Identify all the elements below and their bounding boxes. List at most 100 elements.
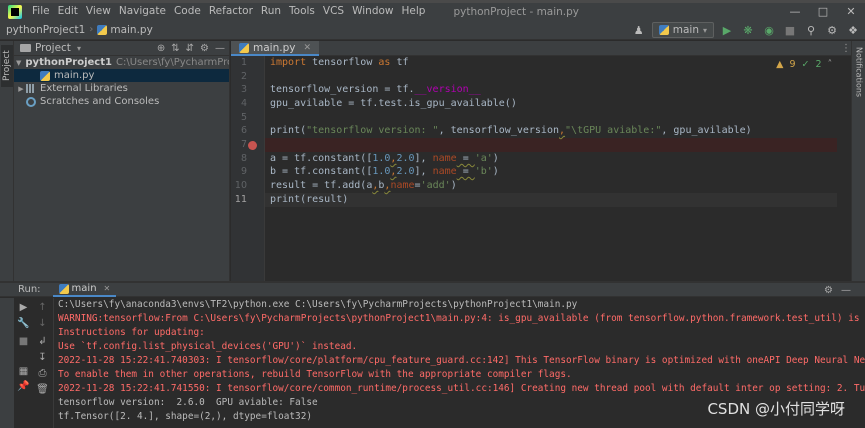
code-editor[interactable]: 1 2 3 4 5 6 7 8 9 10 11 import tensorflo…	[231, 56, 865, 281]
menu-code[interactable]: Code	[170, 3, 205, 20]
run-tools-column: ▶ ↑ 🔧 ↓ ■ ↲ ↧ ▦ ⎙ 📌 🗑	[14, 298, 54, 428]
python-file-icon	[97, 24, 108, 35]
menu-bar: File Edit View Navigate Code Refactor Ru…	[0, 3, 865, 20]
editor-scrollbar[interactable]	[837, 56, 851, 281]
trash-icon[interactable]: 🗑	[36, 383, 49, 396]
soft-wrap-icon[interactable]: ↲	[36, 335, 49, 348]
chevron-up-icon[interactable]: ˄	[828, 59, 833, 70]
run-toolbar: ♟ main ▾ ▶ ❋ ◉ ■ ⚲ ⚙ ❖	[631, 21, 861, 39]
coverage-icon[interactable]: ◉	[761, 22, 777, 38]
watermark: CSDN @小付同学呀	[707, 400, 845, 418]
hide-icon[interactable]: —	[215, 43, 225, 54]
menu-view[interactable]: View	[82, 3, 115, 20]
arrow-up-icon[interactable]: ↑	[36, 301, 49, 314]
gear-icon[interactable]: ⚙	[824, 285, 833, 296]
close-icon[interactable]: ✕	[104, 284, 111, 293]
chevron-down-icon[interactable]: ▼	[16, 59, 21, 67]
breakpoint-icon[interactable]	[248, 141, 257, 150]
debug-icon[interactable]: ❋	[740, 22, 756, 38]
menu-tools[interactable]: Tools	[285, 3, 319, 20]
tree-external-label: External Libraries	[40, 83, 128, 94]
expand-all-icon[interactable]: ⇅	[171, 43, 179, 54]
minimize-icon[interactable]: —	[781, 3, 809, 20]
collapse-all-icon[interactable]: ⇵	[186, 43, 194, 54]
pin-icon[interactable]: 📌	[17, 380, 30, 393]
line-number: 4	[240, 98, 247, 109]
window-title: pythonProject - main.py	[453, 5, 580, 18]
code-line-10: result = tf.add(a,b,name='add')	[270, 180, 457, 191]
weak-warning-count: 2	[815, 59, 822, 70]
run-panel-header: Run: main ✕ ⚙ —	[0, 283, 865, 297]
tab-main-py[interactable]: main.py ✕	[231, 41, 319, 56]
line-number: 10	[234, 180, 247, 191]
chevron-right-icon[interactable]: ▶	[16, 85, 26, 93]
line-number: 9	[240, 166, 247, 177]
code-line-8: a = tf.constant([1.0,2.0], name = 'a')	[270, 153, 499, 164]
print-icon[interactable]: ⎙	[36, 367, 49, 380]
tree-item-scratches[interactable]: Scratches and Consoles	[14, 95, 229, 108]
console-line: tensorflow version: 2.6.0 GPU aviable: F…	[58, 397, 318, 408]
line-number: 1	[240, 57, 247, 68]
search-icon[interactable]: ⚲	[803, 22, 819, 38]
tree-file-label: main.py	[54, 70, 95, 81]
gear-icon[interactable]: ⚙	[200, 43, 209, 54]
project-panel-title[interactable]: Project	[35, 42, 71, 54]
project-tool-button[interactable]: Project	[1, 45, 13, 87]
more-icon[interactable]: ⋮	[841, 41, 851, 56]
layout-icon[interactable]: ▦	[17, 365, 30, 378]
line-number: 3	[240, 84, 247, 95]
menu-edit[interactable]: Edit	[54, 3, 82, 20]
locate-icon[interactable]: ⊕	[157, 43, 165, 54]
maximize-icon[interactable]: □	[809, 3, 837, 20]
tree-item-project-root[interactable]: ▼ pythonProject1 C:\Users\fy\PycharmProj…	[14, 56, 229, 69]
gear-icon[interactable]: ⚙	[824, 22, 840, 38]
menu-window[interactable]: Window	[348, 3, 397, 20]
code-line-6: print("tensorflow version: ", tensorflow…	[270, 125, 752, 136]
right-tool-strip: Notifications	[851, 41, 865, 281]
tree-scratches-label: Scratches and Consoles	[40, 96, 160, 107]
breadcrumb-file-label: main.py	[110, 23, 153, 36]
stop-icon[interactable]: ■	[17, 335, 30, 348]
run-tab-main[interactable]: main ✕	[52, 283, 117, 297]
menu-refactor[interactable]: Refactor	[205, 3, 257, 20]
breadcrumb-file[interactable]: main.py	[97, 23, 153, 36]
tab-label: main.py	[253, 41, 296, 54]
menu-navigate[interactable]: Navigate	[115, 3, 170, 20]
inspection-widget[interactable]: ▲ 9 ✓ 2 ˄ ˅	[776, 59, 843, 70]
stop-icon[interactable]: ■	[782, 22, 798, 38]
menu-vcs[interactable]: VCS	[319, 3, 348, 20]
run-tab-label: main	[71, 283, 97, 294]
menu-file[interactable]: File	[28, 3, 54, 20]
breadcrumb-project[interactable]: pythonProject1	[6, 24, 85, 36]
menu-run[interactable]: Run	[257, 3, 285, 20]
editor-gutter[interactable]: 1 2 3 4 5 6 7 8 9 10 11	[231, 56, 265, 281]
chevron-down-icon: ▾	[702, 25, 707, 35]
pycharm-logo-icon	[8, 4, 22, 19]
chevron-down-icon[interactable]: ▾	[77, 44, 81, 53]
line-number: 11	[234, 194, 247, 205]
run-config-label: main	[672, 24, 699, 36]
close-icon[interactable]: ✕	[303, 43, 311, 53]
hide-icon[interactable]: —	[841, 285, 851, 296]
notifications-tool-button[interactable]: Notifications	[853, 45, 865, 99]
console-line-warning: 2022-11-28 15:22:41.741550: I tensorflow…	[58, 383, 865, 394]
left-tool-strip: Project	[0, 41, 14, 281]
project-panel: Project ▾ ⊕ ⇅ ⇵ ⚙ — ▼ pythonProject1 C:\…	[14, 41, 230, 281]
check-icon: ✓	[801, 59, 810, 70]
rerun-icon[interactable]: ▶	[17, 301, 30, 314]
tree-root-path: C:\Users\fy\PycharmProjects\pythonProjec…	[115, 57, 229, 68]
line-number: 8	[240, 153, 247, 164]
menu-help[interactable]: Help	[398, 3, 430, 20]
plugin-icon[interactable]: ❖	[845, 22, 861, 38]
run-icon[interactable]: ▶	[719, 22, 735, 38]
close-icon[interactable]: ✕	[837, 3, 865, 20]
wrench-icon[interactable]: 🔧	[17, 317, 30, 330]
arrow-down-icon[interactable]: ↓	[36, 317, 49, 330]
run-panel-label: Run:	[18, 284, 41, 295]
tree-item-main-py[interactable]: main.py	[14, 69, 229, 82]
tree-item-external-libraries[interactable]: ▶ External Libraries	[14, 82, 229, 95]
user-icon[interactable]: ♟	[631, 22, 647, 38]
scroll-to-end-icon[interactable]: ↧	[36, 351, 49, 364]
line-number: 7	[240, 139, 247, 150]
run-config-selector[interactable]: main ▾	[651, 22, 714, 38]
